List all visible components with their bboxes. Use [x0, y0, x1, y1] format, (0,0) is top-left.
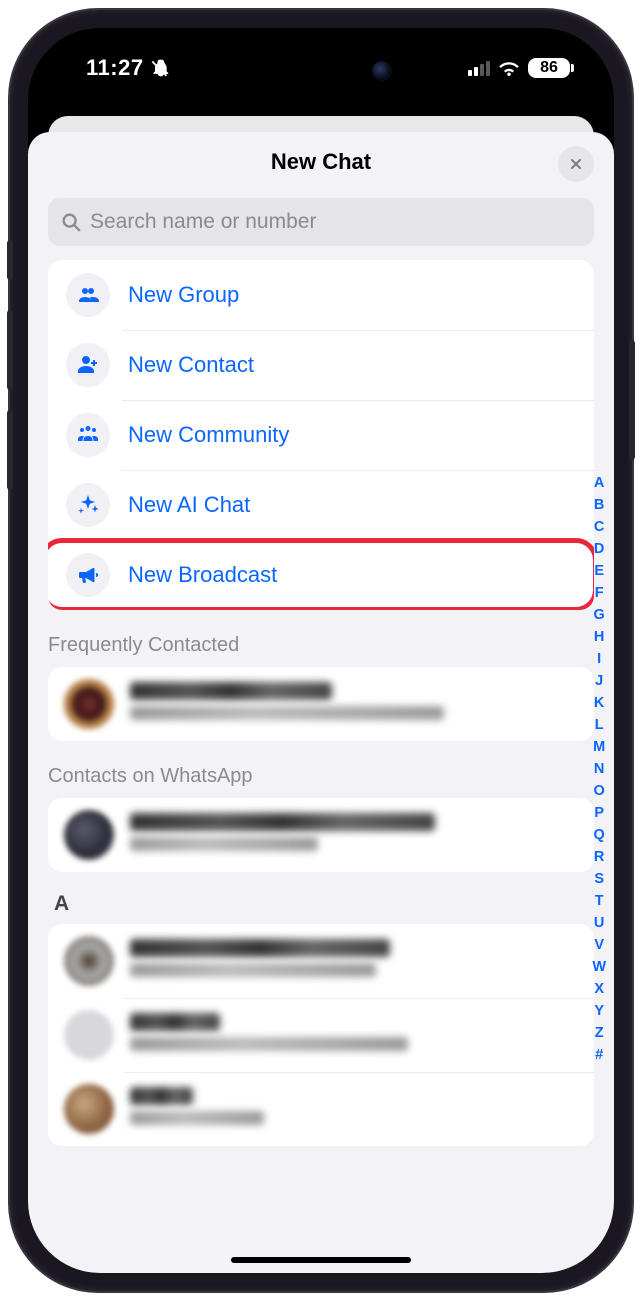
contact-text: [130, 1013, 578, 1057]
alpha-index-letter[interactable]: P: [594, 802, 604, 824]
option-label: New Broadcast: [128, 562, 277, 588]
alpha-index-letter[interactable]: U: [594, 912, 604, 934]
group-icon: [66, 273, 110, 317]
close-button[interactable]: [558, 146, 594, 182]
status-time: 11:27: [86, 55, 144, 81]
close-icon: [569, 157, 583, 171]
alpha-index-letter[interactable]: D: [594, 538, 604, 560]
alpha-index-letter[interactable]: V: [594, 934, 604, 956]
alpha-index-letter[interactable]: O: [594, 780, 605, 802]
option-new-community[interactable]: New Community: [48, 400, 594, 470]
frequent-contacts-list: [48, 667, 594, 741]
option-label: New Contact: [128, 352, 254, 378]
search-input[interactable]: Search name or number: [48, 198, 594, 246]
section-contacts-on-whatsapp: Contacts on WhatsApp: [48, 765, 594, 788]
alpha-index-letter[interactable]: Q: [594, 824, 605, 846]
alpha-index-letter[interactable]: M: [593, 736, 605, 758]
alpha-index-letter[interactable]: J: [595, 670, 603, 692]
silent-icon: [150, 58, 170, 78]
alpha-index-letter[interactable]: G: [594, 604, 605, 626]
section-letter-a: A: [54, 892, 588, 916]
alpha-index-letter[interactable]: S: [594, 868, 604, 890]
avatar: [64, 936, 114, 986]
option-new-ai-chat[interactable]: New AI Chat: [48, 470, 594, 540]
sheet-title: New Chat: [271, 149, 371, 175]
status-right: 86: [468, 58, 570, 78]
community-icon: [66, 413, 110, 457]
screen: 11:27 86 New Chat Search: [28, 28, 614, 1273]
volume-down-button: [7, 410, 13, 490]
whatsapp-contacts-list: [48, 798, 594, 872]
contact-item[interactable]: [48, 924, 594, 998]
option-new-contact[interactable]: New Contact: [48, 330, 594, 400]
section-frequently-contacted: Frequently Contacted: [48, 634, 594, 657]
option-label: New Group: [128, 282, 239, 308]
alpha-index-letter[interactable]: T: [595, 890, 604, 912]
contact-item[interactable]: [48, 667, 594, 741]
phone-frame: 11:27 86 New Chat Search: [10, 10, 632, 1291]
options-list: New Group New Contact New Community: [48, 260, 594, 610]
avatar: [64, 1084, 114, 1134]
search-placeholder: Search name or number: [90, 210, 316, 234]
contact-text: [130, 1087, 578, 1131]
option-new-broadcast[interactable]: New Broadcast: [48, 540, 594, 610]
contact-item[interactable]: [48, 998, 594, 1072]
avatar: [64, 1010, 114, 1060]
alpha-index-letter[interactable]: N: [594, 758, 604, 780]
volume-up-button: [7, 310, 13, 390]
contact-item[interactable]: [48, 1072, 594, 1146]
contact-text: [130, 939, 578, 983]
contact-item[interactable]: [48, 798, 594, 872]
power-button: [629, 340, 635, 460]
dynamic-island: [236, 50, 406, 92]
cellular-signal-icon: [468, 60, 490, 76]
alpha-index-letter[interactable]: R: [594, 846, 604, 868]
search-icon: [60, 211, 82, 233]
front-camera: [372, 61, 392, 81]
alpha-index-letter[interactable]: A: [594, 472, 604, 494]
alpha-index-letter[interactable]: H: [594, 626, 604, 648]
alpha-index-letter[interactable]: C: [594, 516, 604, 538]
alpha-index-letter[interactable]: X: [594, 978, 604, 1000]
home-indicator[interactable]: [231, 1257, 411, 1263]
alpha-index-letter[interactable]: E: [594, 560, 604, 582]
side-button: [7, 240, 13, 280]
battery-indicator: 86: [528, 58, 570, 78]
alpha-index-letter[interactable]: W: [592, 956, 606, 978]
sparkle-icon: [66, 483, 110, 527]
alpha-index-letter[interactable]: K: [594, 692, 604, 714]
sheet-header: New Chat: [28, 132, 614, 192]
alpha-index-letter[interactable]: #: [595, 1044, 603, 1066]
alpha-index-letter[interactable]: Y: [594, 1000, 604, 1022]
option-label: New Community: [128, 422, 289, 448]
alpha-index-letter[interactable]: B: [594, 494, 604, 516]
avatar: [64, 810, 114, 860]
alpha-index-letter[interactable]: L: [595, 714, 604, 736]
contact-text: [130, 682, 578, 726]
contact-text: [130, 813, 578, 857]
alpha-index-letter[interactable]: I: [597, 648, 601, 670]
alpha-index-letter[interactable]: F: [595, 582, 604, 604]
content-area: New Chat Search name or number New Group: [28, 108, 614, 1273]
alpha-index-letter[interactable]: Z: [595, 1022, 604, 1044]
wifi-icon: [498, 60, 520, 76]
avatar: [64, 679, 114, 729]
contacts-a-list: [48, 924, 594, 1146]
option-label: New AI Chat: [128, 492, 250, 518]
megaphone-icon: [66, 553, 110, 597]
add-contact-icon: [66, 343, 110, 387]
new-chat-sheet: New Chat Search name or number New Group: [28, 132, 614, 1273]
option-new-group[interactable]: New Group: [48, 260, 594, 330]
alpha-index[interactable]: ABCDEFGHIJKLMNOPQRSTUVWXYZ#: [592, 472, 606, 1066]
status-left: 11:27: [86, 55, 170, 81]
